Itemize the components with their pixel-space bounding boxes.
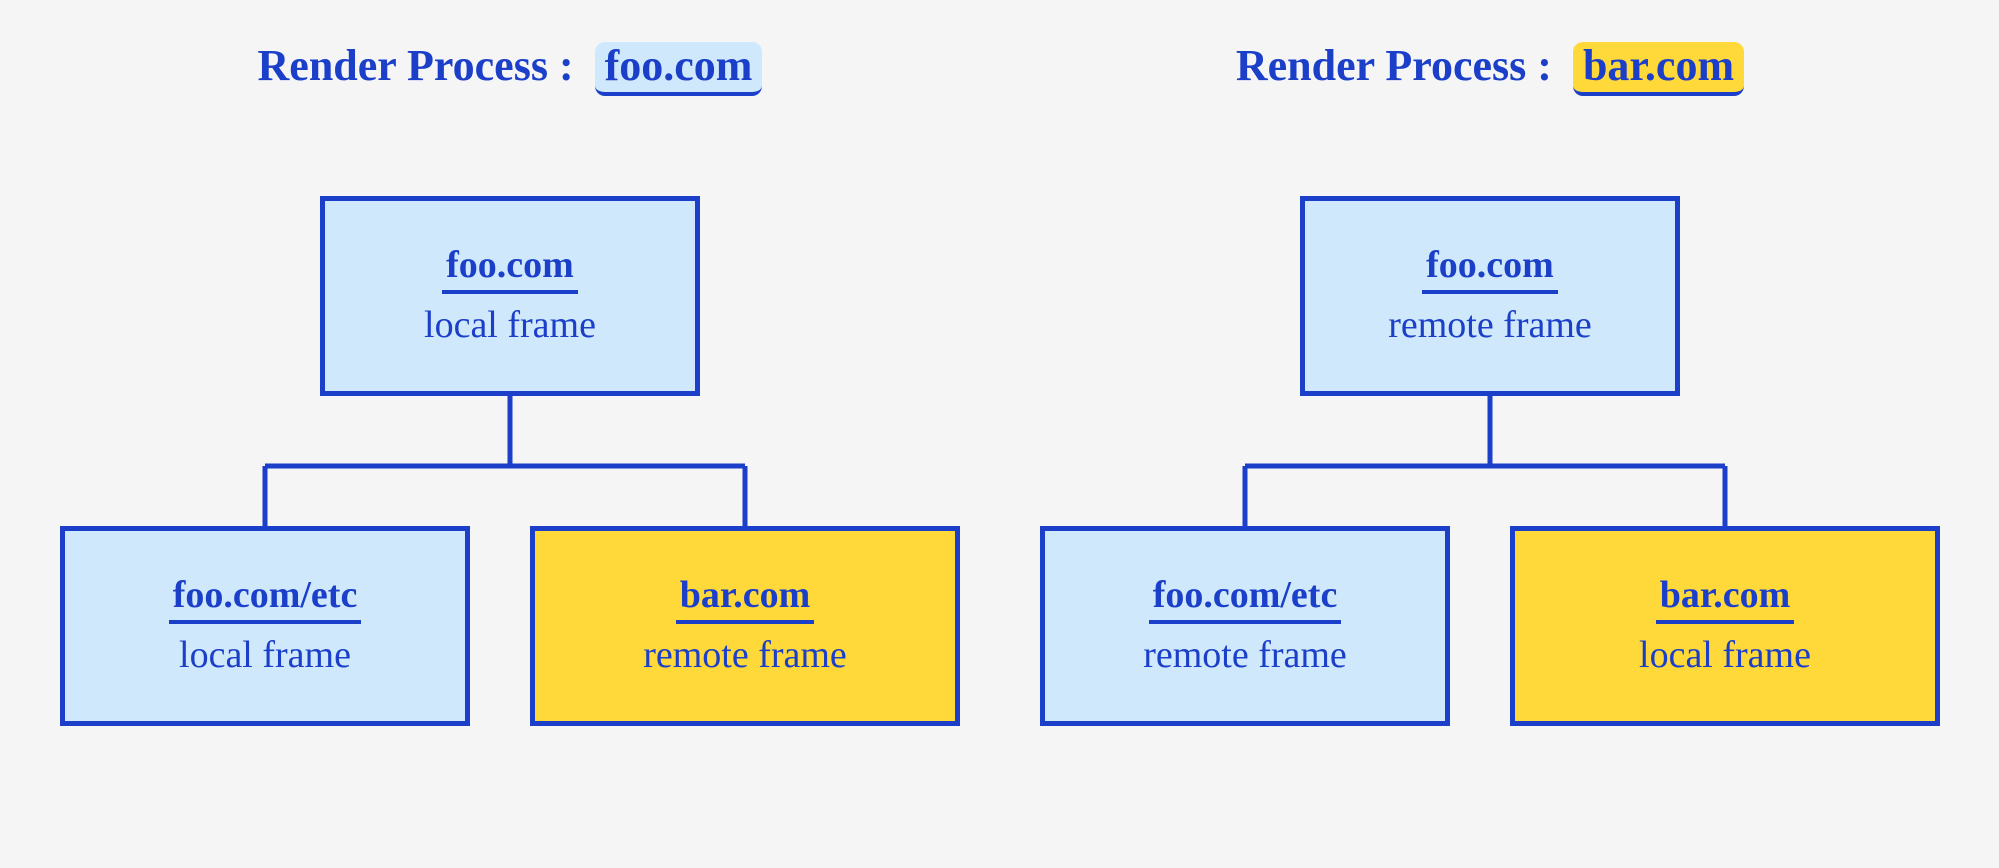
diagram-canvas: Render Process : foo.com foo.com local f… <box>0 0 1999 868</box>
frame-url: bar.com <box>676 574 815 624</box>
frame-url: foo.com <box>1422 244 1558 294</box>
process-title: Render Process : bar.com <box>1040 40 1940 96</box>
render-process-foo: Render Process : foo.com foo.com local f… <box>60 40 960 816</box>
frame-node-parent: foo.com remote frame <box>1300 196 1680 396</box>
frame-type: local frame <box>1529 634 1921 678</box>
frame-type: local frame <box>79 634 451 678</box>
frame-type: remote frame <box>549 634 941 678</box>
process-title-prefix: Render Process : <box>1236 41 1552 90</box>
frame-tree: foo.com remote frame foo.com/etc remote … <box>1040 96 1940 816</box>
frame-node-parent: foo.com local frame <box>320 196 700 396</box>
frame-url: bar.com <box>1656 574 1795 624</box>
frame-url: foo.com/etc <box>169 574 362 624</box>
frame-type: remote frame <box>1319 304 1661 348</box>
frame-node-child-left: foo.com/etc local frame <box>60 526 470 726</box>
process-title-prefix: Render Process : <box>258 41 574 90</box>
frame-node-child-left: foo.com/etc remote frame <box>1040 526 1450 726</box>
frame-type: local frame <box>339 304 681 348</box>
frame-node-child-right: bar.com local frame <box>1510 526 1940 726</box>
process-title-domain: bar.com <box>1573 42 1744 96</box>
frame-url: foo.com/etc <box>1149 574 1342 624</box>
process-title: Render Process : foo.com <box>60 40 960 96</box>
frame-url: foo.com <box>442 244 578 294</box>
render-process-bar: Render Process : bar.com foo.com remote … <box>1040 40 1940 816</box>
frame-tree: foo.com local frame foo.com/etc local fr… <box>60 96 960 816</box>
frame-type: remote frame <box>1059 634 1431 678</box>
process-title-domain: foo.com <box>595 42 763 96</box>
frame-node-child-right: bar.com remote frame <box>530 526 960 726</box>
